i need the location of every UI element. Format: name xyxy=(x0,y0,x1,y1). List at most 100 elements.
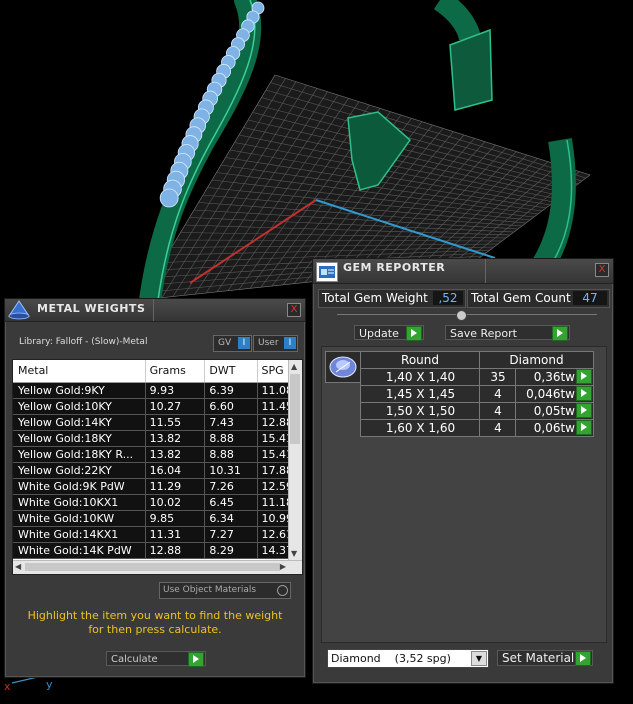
metal-cell-grams: 11.29 xyxy=(145,478,206,495)
metal-weights-title: METAL WEIGHTS xyxy=(37,302,146,315)
metal-weights-logo-icon xyxy=(7,300,31,320)
gem-row-arrow-icon[interactable] xyxy=(576,386,592,401)
library-label: Library: Falloff - (Slow)-Metal xyxy=(19,337,148,347)
total-count-row: Total Gem Count 47 xyxy=(467,289,610,308)
scroll-thumb[interactable] xyxy=(290,374,300,444)
metal-row[interactable]: Yellow Gold:10KY 10.27 6.60 11.45 xyxy=(13,398,295,415)
calculate-arrow-icon xyxy=(188,652,204,667)
checkbox-icon xyxy=(277,585,288,596)
user-label: User xyxy=(258,338,279,348)
metal-cell-metal: White Gold:14KX1 xyxy=(13,526,146,543)
gem-reporter-panel: GEM REPORTER X Total Gem Weight ,52 Tota… xyxy=(312,258,614,684)
material-select-value: Diamond (3,52 spg) xyxy=(331,652,451,665)
user-toggle[interactable]: User I xyxy=(253,335,298,352)
gem-cell-size: 1,50 X 1,50 xyxy=(360,402,480,420)
gv-toggle[interactable]: GV I xyxy=(213,335,252,352)
set-material-button[interactable]: Set Material xyxy=(497,650,593,666)
gem-row-arrow-icon[interactable] xyxy=(576,420,592,435)
scroll-left-icon[interactable]: ◀ xyxy=(15,562,21,571)
metal-cell-metal: White Gold:9K PdW xyxy=(13,478,146,495)
gem-cell-size: 1,45 X 1,45 xyxy=(360,385,480,403)
gem-cell-count: 4 xyxy=(479,385,516,403)
scroll-down-icon[interactable]: ▼ xyxy=(291,549,297,558)
gem-row-arrow-icon[interactable] xyxy=(576,369,592,384)
vertical-scrollbar[interactable]: ▲ ▼ xyxy=(288,360,302,560)
metal-row[interactable]: Yellow Gold:9KY 9.93 6.39 11.08 xyxy=(13,382,295,399)
total-count-label: Total Gem Count xyxy=(471,291,571,305)
metal-cell-grams: 9.93 xyxy=(145,382,206,399)
metal-cell-metal: Yellow Gold:18KY R... xyxy=(13,446,146,463)
metal-cell-dwt: 6.45 xyxy=(204,494,258,511)
metal-cell-metal: Yellow Gold:22KY xyxy=(13,462,146,479)
metal-row[interactable]: Yellow Gold:18KY R... 13.82 8.88 15.41 xyxy=(13,446,295,463)
metal-cell-grams: 16.04 xyxy=(145,462,206,479)
gem-reporter-title: GEM REPORTER xyxy=(343,261,446,274)
metal-cell-metal: White Gold:10KX1 xyxy=(13,494,146,511)
metal-cell-dwt: 6.39 xyxy=(204,382,258,399)
metal-cell-metal: Yellow Gold:18KY xyxy=(13,430,146,447)
gem-report-area: Round Diamond 1,40 X 1,40 35 0,36tw 1,45 X … xyxy=(321,346,607,643)
material-select[interactable]: Diamond (3,52 spg) ▼ xyxy=(327,649,489,668)
calculate-label: Calculate xyxy=(111,654,158,665)
gem-row[interactable]: 1,50 X 1,50 4 0,05tw xyxy=(360,402,594,420)
gem-reporter-logo-icon xyxy=(316,262,338,282)
col-metal[interactable]: Metal xyxy=(13,360,146,383)
hscroll-thumb[interactable] xyxy=(25,563,280,571)
metal-cell-dwt: 6.60 xyxy=(204,398,258,415)
splitter-knob-icon[interactable] xyxy=(456,310,467,321)
gv-label: GV xyxy=(218,338,232,348)
total-weight-value: ,52 xyxy=(433,291,463,305)
axis-x-label: x xyxy=(4,680,11,693)
chevron-down-icon[interactable]: ▼ xyxy=(471,651,487,666)
col-grams[interactable]: Grams xyxy=(145,360,206,383)
user-toggle-icon: I xyxy=(284,337,296,349)
gem-row[interactable]: 1,40 X 1,40 35 0,36tw xyxy=(360,368,594,386)
metal-row[interactable]: White Gold:10KX1 10.02 6.45 11.18 xyxy=(13,494,295,511)
round-gem-icon[interactable] xyxy=(325,351,361,383)
metal-cell-metal: Yellow Gold:9KY xyxy=(13,382,146,399)
metal-row[interactable]: White Gold:14KX1 11.31 7.27 12.61 xyxy=(13,526,295,543)
metal-row[interactable]: White Gold:10KW 9.85 6.34 10.99 xyxy=(13,510,295,527)
axis-y-label: y xyxy=(46,678,53,691)
splitter-handle[interactable] xyxy=(337,314,597,315)
gem-row[interactable]: 1,60 X 1,60 4 0,06tw xyxy=(360,419,594,437)
metal-weights-titlebar[interactable]: METAL WEIGHTS X xyxy=(5,299,305,322)
metal-weights-panel: METAL WEIGHTS X Library: Falloff - (Slow… xyxy=(4,298,306,678)
gem-row[interactable]: 1,45 X 1,45 4 0,046tw xyxy=(360,385,594,403)
ring-bail xyxy=(449,28,493,111)
gem-row-arrow-icon[interactable] xyxy=(576,403,592,418)
metal-cell-grams: 9.85 xyxy=(145,510,206,527)
update-label: Update xyxy=(359,327,399,340)
scroll-right-icon[interactable]: ▶ xyxy=(280,562,286,571)
gem-cell-weight: 0,36tw xyxy=(515,368,594,386)
col-round: Round xyxy=(360,351,480,369)
metal-list[interactable]: Metal Grams DWT SPG Yellow Gold:9KY 9.93 6… xyxy=(12,359,303,575)
instructions-text: Highlight the item you want to find the … xyxy=(27,609,283,636)
scroll-up-icon[interactable]: ▲ xyxy=(291,362,297,371)
metal-cell-grams: 12.88 xyxy=(145,542,206,559)
metal-row[interactable]: Yellow Gold:22KY 16.04 10.31 17.88 xyxy=(13,462,295,479)
metal-row[interactable]: Yellow Gold:18KY 13.82 8.88 15.41 xyxy=(13,430,295,447)
save-report-arrow-icon xyxy=(552,326,568,341)
gem-cell-count: 4 xyxy=(479,402,516,420)
metal-cell-metal: White Gold:14K PdW xyxy=(13,542,146,559)
update-button[interactable]: Update xyxy=(354,325,424,341)
metal-cell-dwt: 8.88 xyxy=(204,430,258,447)
metal-row[interactable]: Yellow Gold:14KY 11.55 7.43 12.88 xyxy=(13,414,295,431)
close-icon[interactable]: X xyxy=(287,303,301,317)
metal-row[interactable]: White Gold:9K PdW 11.29 7.26 12.59 xyxy=(13,478,295,495)
close-icon[interactable]: X xyxy=(595,263,609,277)
metal-cell-metal: Yellow Gold:10KY xyxy=(13,398,146,415)
use-object-materials-checkbox[interactable]: Use Object Materials xyxy=(159,582,291,599)
metal-cell-grams: 13.82 xyxy=(145,446,206,463)
save-report-button[interactable]: Save Report xyxy=(445,325,570,341)
horizontal-scrollbar[interactable]: ◀ ▶ xyxy=(13,560,302,574)
metal-row[interactable]: White Gold:14K PdW 12.88 8.29 14.37 xyxy=(13,542,295,559)
gem-reporter-titlebar[interactable]: GEM REPORTER X xyxy=(313,259,613,284)
col-dwt[interactable]: DWT xyxy=(204,360,258,383)
calculate-button[interactable]: Calculate xyxy=(106,651,206,667)
gem-table: Round Diamond 1,40 X 1,40 35 0,36tw 1,45 X … xyxy=(360,351,594,437)
gem-cell-weight: 0,05tw xyxy=(515,402,594,420)
gem-cell-weight: 0,06tw xyxy=(515,419,594,437)
update-arrow-icon xyxy=(406,326,422,341)
